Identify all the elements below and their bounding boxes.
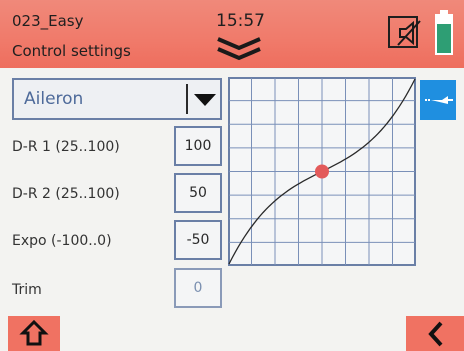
- dr2-field[interactable]: 50: [174, 173, 222, 213]
- triangle-down-icon: [194, 94, 216, 106]
- back-button[interactable]: [406, 316, 464, 351]
- control-select[interactable]: Aileron: [12, 78, 222, 120]
- model-name: 023_Easy: [12, 12, 84, 30]
- sound-toggle-button[interactable]: [388, 16, 421, 48]
- select-divider: [186, 84, 188, 114]
- battery-icon: [435, 10, 453, 55]
- clock: 15:57: [216, 11, 265, 31]
- header-bar: 023_Easy Control settings 15:57: [0, 0, 464, 68]
- speaker-muted-icon: [397, 20, 421, 46]
- double-chevron-down-icon[interactable]: [214, 36, 264, 62]
- trim-label: Trim: [12, 282, 42, 298]
- screen-title: Control settings: [12, 42, 131, 60]
- dr2-label: D-R 2 (25..100): [12, 186, 120, 202]
- expo-label: Expo (-100..0): [12, 233, 112, 249]
- curve-edit-icon: [425, 96, 453, 104]
- response-curve-graph: [228, 77, 416, 266]
- dr1-field[interactable]: 100: [174, 126, 222, 166]
- expo-field[interactable]: -50: [174, 220, 222, 260]
- home-icon: [19, 319, 49, 346]
- dr1-label: D-R 1 (25..100): [12, 139, 120, 155]
- back-arrow-icon: [428, 321, 443, 347]
- control-select-value: Aileron: [24, 89, 84, 109]
- current-position-marker: [315, 164, 329, 179]
- home-button[interactable]: [8, 316, 60, 351]
- trim-field[interactable]: 0: [174, 268, 222, 308]
- curve-edit-button[interactable]: [420, 80, 456, 120]
